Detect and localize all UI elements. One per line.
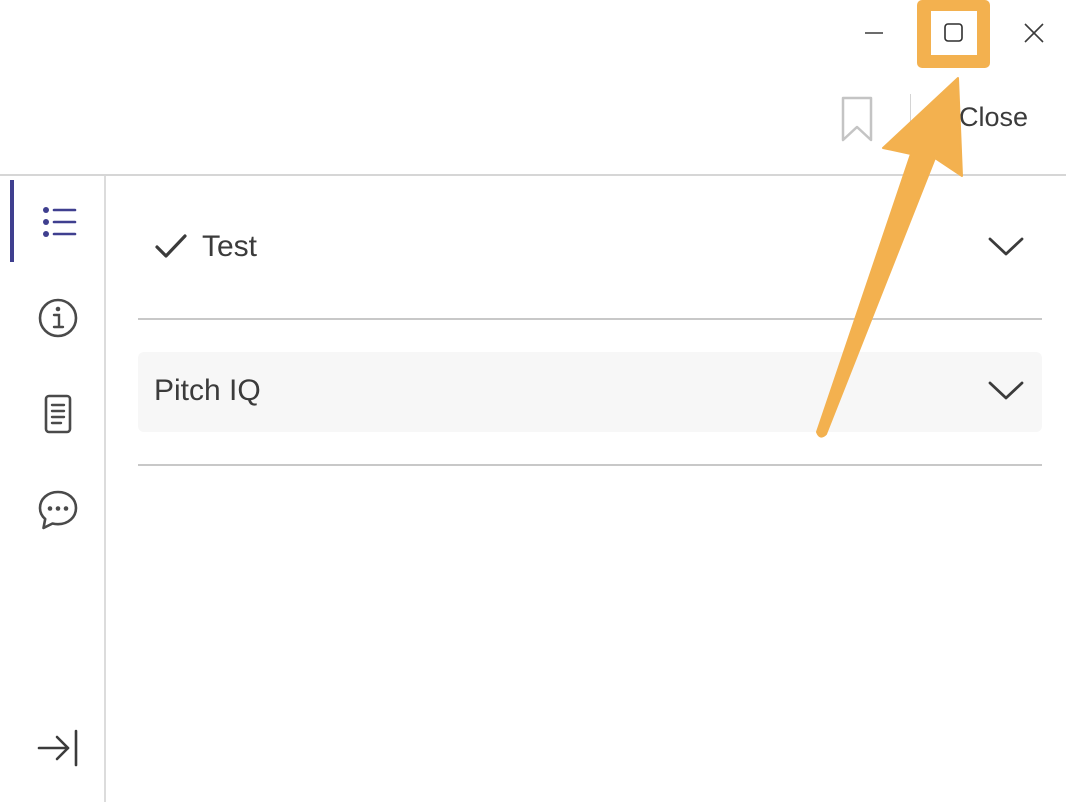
section-pitch-iq-label: Pitch IQ xyxy=(154,374,261,407)
close-button[interactable]: Close xyxy=(959,102,1028,133)
maximize-button[interactable] xyxy=(924,0,984,66)
sidebar-item-info[interactable] xyxy=(34,294,82,342)
bookmark-icon[interactable] xyxy=(840,96,874,142)
document-icon xyxy=(44,394,72,434)
sidebar-item-chat[interactable] xyxy=(34,486,82,534)
sidebar-border xyxy=(104,176,106,802)
minimize-icon xyxy=(865,32,883,34)
section-pitch-iq[interactable]: Pitch IQ xyxy=(138,352,1042,432)
chevron-down-icon[interactable] xyxy=(988,236,1024,258)
minimize-button[interactable] xyxy=(844,0,904,66)
section-test-label: Test xyxy=(202,230,258,263)
list-icon xyxy=(43,207,77,237)
sidebar-item-document[interactable] xyxy=(34,390,82,438)
info-icon xyxy=(38,298,78,338)
section-divider xyxy=(138,464,1042,466)
sidebar-item-list[interactable] xyxy=(35,198,83,246)
chat-icon xyxy=(38,490,78,530)
toolbar xyxy=(0,66,1066,174)
collapse-panel-button[interactable] xyxy=(34,724,82,772)
title-bar xyxy=(0,0,1066,66)
collapse-panel-icon xyxy=(37,729,78,767)
toolbar-separator xyxy=(910,94,911,142)
sidebar-active-indicator xyxy=(10,180,14,262)
window-close-button[interactable] xyxy=(1004,0,1064,66)
maximize-icon xyxy=(944,23,963,42)
section-divider xyxy=(138,318,1042,320)
chevron-down-icon[interactable] xyxy=(988,380,1024,402)
main-panel: Test Pitch IQ xyxy=(138,176,1042,802)
check-icon xyxy=(155,234,187,258)
close-icon xyxy=(1024,23,1044,43)
section-test[interactable]: Test xyxy=(138,208,1042,288)
